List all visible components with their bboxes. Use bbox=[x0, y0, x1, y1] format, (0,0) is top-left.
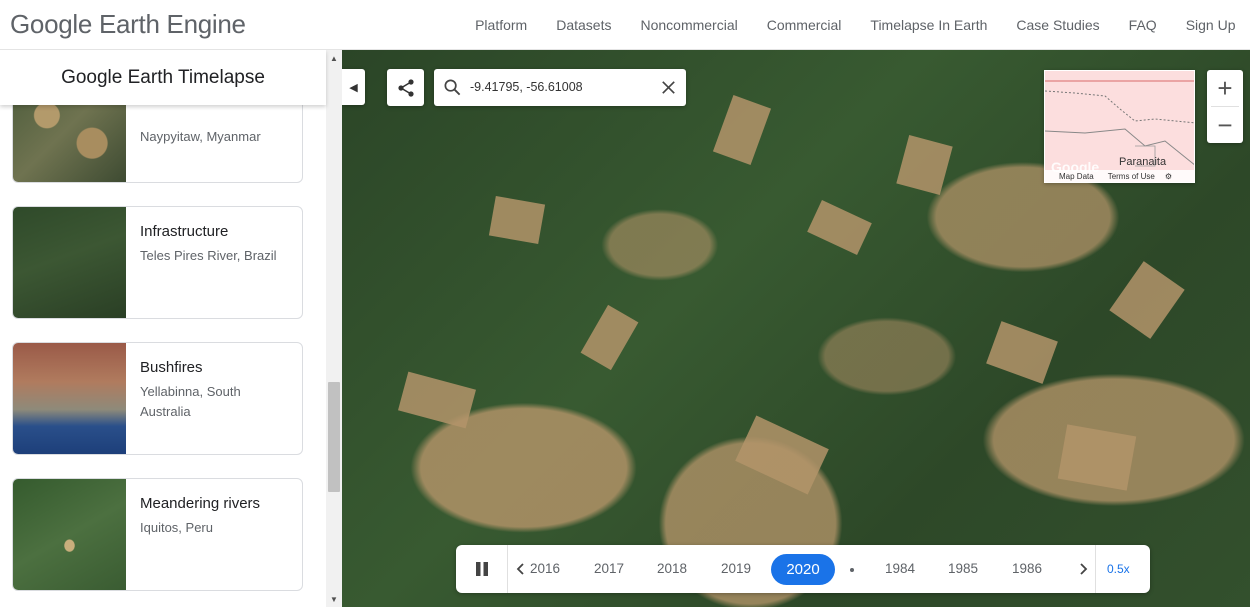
clear-search-icon[interactable] bbox=[659, 78, 678, 97]
top-nav: Platform Datasets Noncommercial Commerci… bbox=[461, 0, 1250, 50]
site-logo[interactable]: Google Earth Engine bbox=[10, 9, 246, 40]
zoom-in-button[interactable]: + bbox=[1207, 70, 1243, 106]
story-title: Infrastructure bbox=[140, 223, 229, 240]
story-location: Naypyitaw, Myanmar bbox=[140, 129, 261, 144]
clearing-patch bbox=[488, 195, 546, 245]
location-search-input[interactable] bbox=[470, 77, 650, 97]
share-button[interactable] bbox=[387, 69, 424, 106]
story-title: Meandering rivers bbox=[140, 495, 261, 512]
story-thumbnail bbox=[13, 207, 126, 318]
timeline-bar: 2016 2017 2018 2019 2020 1984 1985 1986 … bbox=[456, 545, 1150, 593]
timeline-separator-dot bbox=[850, 568, 854, 572]
minimap-settings-icon[interactable]: ⚙ bbox=[1165, 172, 1172, 181]
nav-platform[interactable]: Platform bbox=[461, 17, 542, 33]
story-location: Iquitos, Peru bbox=[140, 520, 213, 535]
year-1984[interactable]: 1984 bbox=[875, 561, 925, 576]
year-2016[interactable]: 2016 bbox=[520, 561, 570, 576]
scroll-up-arrow-icon[interactable]: ▲ bbox=[326, 52, 342, 66]
story-title: Bushfires bbox=[140, 359, 203, 376]
search-icon bbox=[444, 79, 461, 96]
scrollbar-thumb[interactable] bbox=[328, 382, 340, 492]
story-location: Yellabinna, South Australia bbox=[140, 384, 241, 419]
minimap-place-label: Paranaita bbox=[1119, 156, 1167, 168]
year-2017[interactable]: 2017 bbox=[584, 561, 634, 576]
story-card-meandering-rivers[interactable]: Meandering rivers Iquitos, Peru bbox=[12, 478, 303, 591]
story-thumbnail bbox=[13, 479, 126, 590]
zoom-out-button[interactable]: − bbox=[1207, 107, 1243, 143]
nav-timelapse-in-earth[interactable]: Timelapse In Earth bbox=[856, 17, 1002, 33]
pause-icon[interactable] bbox=[472, 559, 492, 579]
sidebar-title: Google Earth Timelapse bbox=[0, 50, 326, 105]
nav-noncommercial[interactable]: Noncommercial bbox=[626, 17, 752, 33]
year-1986[interactable]: 1986 bbox=[1002, 561, 1052, 576]
map-data-link[interactable]: Map Data bbox=[1059, 172, 1094, 181]
story-thumbnail bbox=[13, 343, 126, 454]
search-box bbox=[434, 69, 686, 106]
top-header: Google Earth Engine Platform Datasets No… bbox=[0, 0, 1250, 50]
nav-sign-up[interactable]: Sign Up bbox=[1171, 17, 1250, 33]
year-2020-active[interactable]: 2020 bbox=[771, 554, 835, 585]
timelapse-map[interactable]: ◀ Google Paranaita Map D bbox=[342, 50, 1250, 607]
share-icon bbox=[397, 78, 414, 97]
overview-minimap[interactable]: Google Paranaita Map Data Terms of Use ⚙ bbox=[1044, 70, 1195, 183]
caret-left-icon: ◀ bbox=[349, 81, 358, 94]
sidebar: Google Earth Timelapse Naypyitaw, Myanma… bbox=[0, 50, 342, 607]
year-1985[interactable]: 1985 bbox=[938, 561, 988, 576]
scroll-down-arrow-icon[interactable]: ▼ bbox=[326, 593, 342, 607]
nav-faq[interactable]: FAQ bbox=[1114, 17, 1171, 33]
minimap-footer: Map Data Terms of Use ⚙ bbox=[1045, 170, 1194, 182]
chevron-right-icon[interactable] bbox=[1076, 562, 1090, 576]
story-location: Teles Pires River, Brazil bbox=[140, 248, 277, 263]
clearing-patch bbox=[1057, 424, 1137, 491]
story-card-bushfires[interactable]: Bushfires Yellabinna, South Australia bbox=[12, 342, 303, 455]
playback-speed-button[interactable]: 0.5x bbox=[1107, 562, 1130, 576]
nav-case-studies[interactable]: Case Studies bbox=[1002, 17, 1114, 33]
collapse-sidebar-button[interactable]: ◀ bbox=[342, 69, 365, 105]
nav-commercial[interactable]: Commercial bbox=[752, 17, 856, 33]
timeline-divider bbox=[507, 545, 508, 593]
terms-of-use-link[interactable]: Terms of Use bbox=[1108, 172, 1155, 181]
year-2018[interactable]: 2018 bbox=[647, 561, 697, 576]
nav-datasets[interactable]: Datasets bbox=[542, 17, 626, 33]
year-2019[interactable]: 2019 bbox=[711, 561, 761, 576]
zoom-controls: + − bbox=[1207, 70, 1243, 143]
timeline-divider bbox=[1095, 545, 1096, 593]
sidebar-scrollbar[interactable]: ▲ ▼ bbox=[326, 50, 342, 607]
story-card-infrastructure[interactable]: Infrastructure Teles Pires River, Brazil bbox=[12, 206, 303, 319]
